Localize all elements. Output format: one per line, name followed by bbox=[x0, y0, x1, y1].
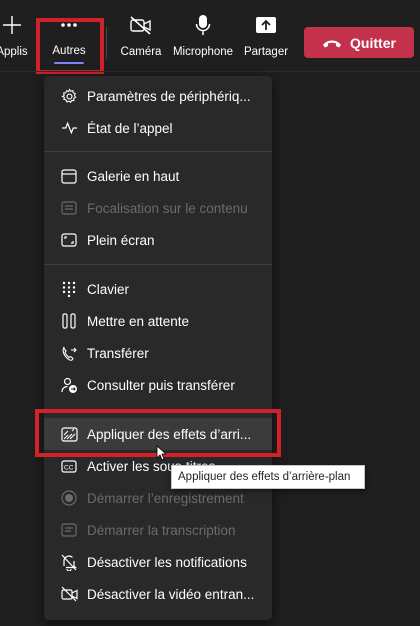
bell-off-icon bbox=[60, 553, 78, 571]
menu-item-label: Désactiver les notifications bbox=[87, 554, 247, 570]
gear-icon bbox=[60, 87, 78, 105]
menu-item-consult-transfer[interactable]: Consulter puis transférer bbox=[44, 369, 272, 401]
call-toolbar: Applis Autres Caméra Microphone Partager… bbox=[0, 0, 420, 74]
captions-icon: CC bbox=[60, 457, 78, 475]
menu-item-label: État de l’appel bbox=[87, 120, 173, 136]
menu-item-label: Plein écran bbox=[87, 232, 155, 248]
quitter-button[interactable]: Quitter bbox=[304, 27, 414, 58]
partager-button[interactable]: Partager bbox=[240, 14, 292, 64]
menu-item-label: Focalisation sur le contenu bbox=[87, 200, 248, 216]
menu-item-label: Mettre en attente bbox=[87, 313, 190, 329]
menu-divider bbox=[44, 151, 272, 152]
hang-up-icon bbox=[322, 35, 342, 51]
mouse-cursor-icon bbox=[156, 445, 168, 466]
camera-off-icon bbox=[129, 14, 153, 36]
fullscreen-icon bbox=[60, 231, 78, 249]
menu-item-device-settings[interactable]: Paramètres de périphériq... bbox=[44, 80, 272, 112]
menu-item-label: Galerie en haut bbox=[87, 168, 180, 184]
menu-item-label: Désactiver la vidéo entran... bbox=[87, 586, 255, 602]
menu-item-hold[interactable]: Mettre en attente bbox=[44, 305, 272, 337]
plus-icon bbox=[2, 14, 22, 36]
autres-label: Autres bbox=[52, 45, 86, 57]
menu-item-call-health[interactable]: État de l’appel bbox=[44, 112, 272, 144]
menu-item-focus-content: Focalisation sur le contenu bbox=[44, 192, 272, 224]
toolbar-bottom-border bbox=[0, 71, 420, 72]
menu-item-label: Démarrer la transcription bbox=[87, 522, 236, 538]
share-icon bbox=[255, 14, 277, 36]
menu-item-label: Paramètres de périphériq... bbox=[87, 88, 251, 104]
menu-item-fullscreen[interactable]: Plein écran bbox=[44, 224, 272, 256]
menu-divider bbox=[44, 409, 272, 410]
menu-item-label: Appliquer des effets d’arri... bbox=[87, 426, 252, 442]
focus-icon bbox=[60, 199, 78, 217]
menu-item-transfer[interactable]: Transférer bbox=[44, 337, 272, 369]
microphone-label: Microphone bbox=[172, 46, 234, 58]
menu-item-label: Clavier bbox=[87, 281, 130, 297]
applis-label: Applis bbox=[0, 46, 28, 58]
menu-item-incoming-video-off[interactable]: Désactiver la vidéo entran... bbox=[44, 578, 272, 610]
partager-label: Partager bbox=[243, 46, 289, 58]
pulse-icon bbox=[60, 119, 78, 137]
record-icon bbox=[60, 489, 78, 507]
menu-item-start-transcription: Démarrer la transcription bbox=[44, 514, 272, 546]
gallery-icon bbox=[60, 167, 78, 185]
pause-icon bbox=[60, 312, 78, 330]
microphone-icon bbox=[195, 14, 211, 36]
toolbar-divider bbox=[106, 27, 107, 59]
dialpad-icon bbox=[60, 280, 78, 298]
autres-button[interactable]: Autres bbox=[40, 14, 98, 64]
more-icon bbox=[60, 14, 78, 36]
svg-text:CC: CC bbox=[64, 464, 74, 471]
menu-item-notifications-off[interactable]: Désactiver les notifications bbox=[44, 546, 272, 578]
quitter-label: Quitter bbox=[350, 34, 396, 51]
menu-item-dialpad[interactable]: Clavier bbox=[44, 273, 272, 305]
video-off-icon bbox=[60, 585, 78, 603]
camera-button[interactable]: Caméra bbox=[116, 14, 166, 64]
consult-transfer-icon bbox=[60, 376, 78, 394]
tooltip: Appliquer des effets d’arrière-plan bbox=[171, 465, 365, 489]
menu-item-label: Consulter puis transférer bbox=[87, 377, 235, 393]
microphone-button[interactable]: Microphone bbox=[170, 14, 236, 64]
background-effects-icon bbox=[60, 425, 78, 443]
active-indicator bbox=[54, 62, 84, 64]
transfer-icon bbox=[60, 344, 78, 362]
menu-item-gallery-top[interactable]: Galerie en haut bbox=[44, 160, 272, 192]
more-options-menu: Paramètres de périphériq... État de l’ap… bbox=[44, 76, 272, 620]
applis-button[interactable]: Applis bbox=[0, 14, 30, 64]
menu-item-label: Démarrer l’enregistrement bbox=[87, 490, 244, 506]
menu-item-label: Transférer bbox=[87, 345, 149, 361]
camera-label: Caméra bbox=[120, 46, 162, 58]
menu-divider bbox=[44, 264, 272, 265]
transcript-icon bbox=[60, 521, 78, 539]
